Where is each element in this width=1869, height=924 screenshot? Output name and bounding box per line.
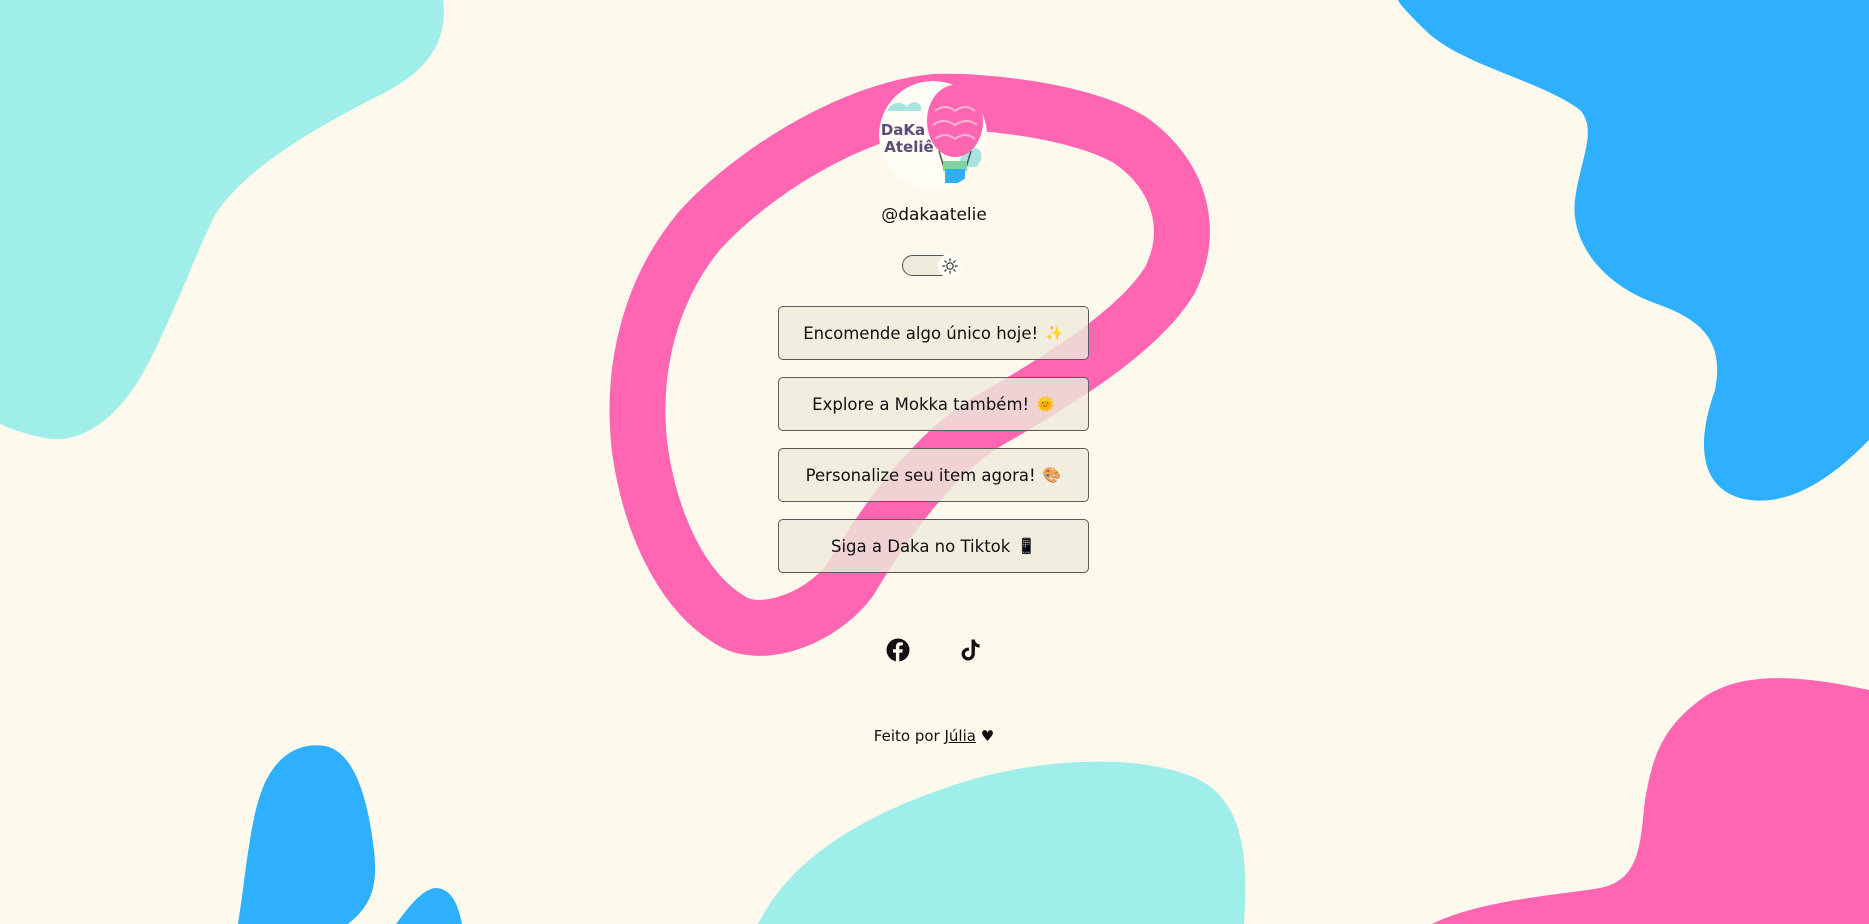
tiktok-link[interactable] <box>957 637 983 663</box>
sun-icon <box>942 258 958 274</box>
author-link[interactable]: Júlia <box>944 727 975 745</box>
toggle-knob <box>938 254 962 278</box>
avatar-text-line1: DaKa <box>881 121 925 139</box>
blue-blob-top-right <box>1398 0 1869 501</box>
footer-prefix: Feito por <box>873 727 940 745</box>
heart-icon: ♥ <box>980 727 995 745</box>
link-button-mokka[interactable]: Explore a Mokka também! 🌞 <box>778 377 1089 431</box>
link-button-personalize[interactable]: Personalize seu item agora! 🎨 <box>778 448 1089 502</box>
link-label: Personalize seu item agora! <box>805 465 1036 485</box>
link-button-encomende[interactable]: Encomende algo único hoje! ✨ <box>778 306 1089 360</box>
link-label: Siga a Daka no Tiktok <box>831 536 1011 556</box>
link-label: Explore a Mokka também! <box>812 394 1030 414</box>
link-button-tiktok[interactable]: Siga a Daka no Tiktok 📱 <box>778 519 1089 573</box>
avatar-logo: DaKa Ateliê <box>879 81 987 189</box>
sparkles-icon: ✨ <box>1045 324 1064 342</box>
avatar: DaKa Ateliê <box>879 81 987 189</box>
page: DaKa Ateliê @dakaatelie Encomende algo ú… <box>0 0 1869 924</box>
cyan-blob-bottom <box>758 761 1246 924</box>
sun-face-icon: 🌞 <box>1036 395 1055 413</box>
palette-icon: 🎨 <box>1042 466 1062 484</box>
footer: Feito por Júlia ♥ <box>834 725 1034 747</box>
pink-blob-bottom-right <box>1432 678 1869 924</box>
blue-blob-bottom-left-small <box>396 888 462 924</box>
blue-blob-bottom-left <box>238 745 376 924</box>
avatar-text-line2: Ateliê <box>884 138 933 156</box>
profile-handle: @dakaatelie <box>881 205 987 225</box>
cyan-blob-top-left <box>0 0 444 440</box>
theme-toggle[interactable] <box>902 254 964 278</box>
tiktok-icon <box>961 639 980 661</box>
facebook-link[interactable] <box>885 637 911 663</box>
link-label: Encomende algo único hoje! <box>803 323 1039 343</box>
mobile-phone-icon: 📱 <box>1017 537 1036 555</box>
facebook-icon <box>886 638 910 662</box>
